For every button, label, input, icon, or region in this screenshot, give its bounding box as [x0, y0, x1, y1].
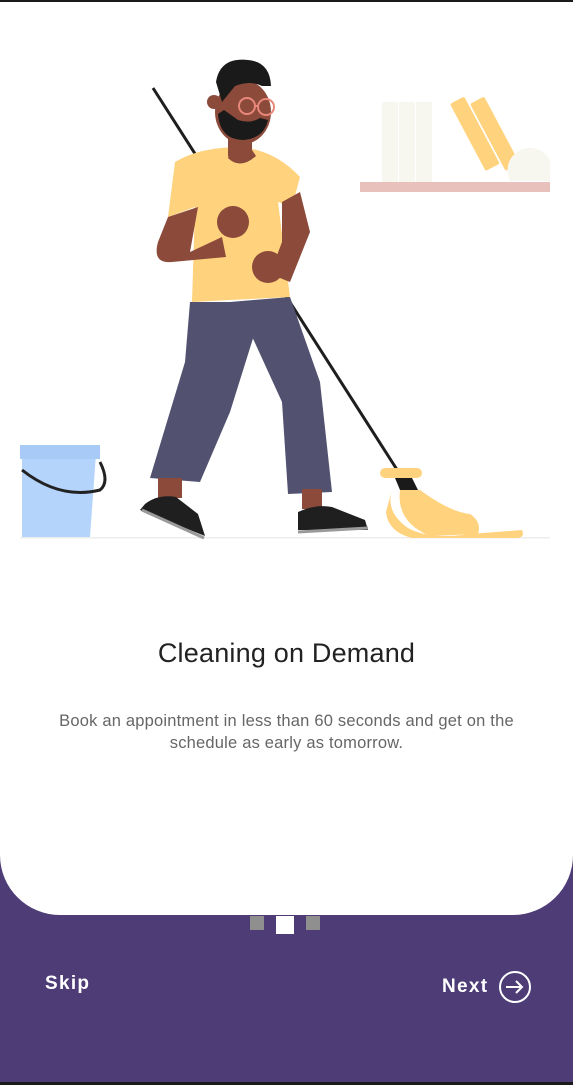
skip-button[interactable]: Skip — [45, 973, 90, 995]
onboarding-screen: Cleaning on Demand Book an appointment i… — [0, 0, 573, 1085]
page-subtitle: Book an appointment in less than 60 seco… — [59, 712, 514, 752]
next-button-label: Next — [442, 976, 489, 997]
page-indicator — [250, 916, 320, 934]
shelf-graphic — [360, 97, 550, 192]
cleaning-illustration — [20, 59, 550, 540]
arrow-right-circle-icon — [499, 971, 532, 1003]
page-dot[interactable] — [306, 916, 320, 930]
bucket-graphic — [20, 445, 107, 537]
page-title: Cleaning on Demand — [157, 638, 416, 668]
next-button[interactable]: Next — [442, 970, 532, 1004]
page-dot[interactable] — [250, 916, 264, 930]
page-dot-active[interactable] — [276, 916, 294, 934]
onboarding-card: Cleaning on Demand Book an appointment i… — [0, 2, 573, 915]
